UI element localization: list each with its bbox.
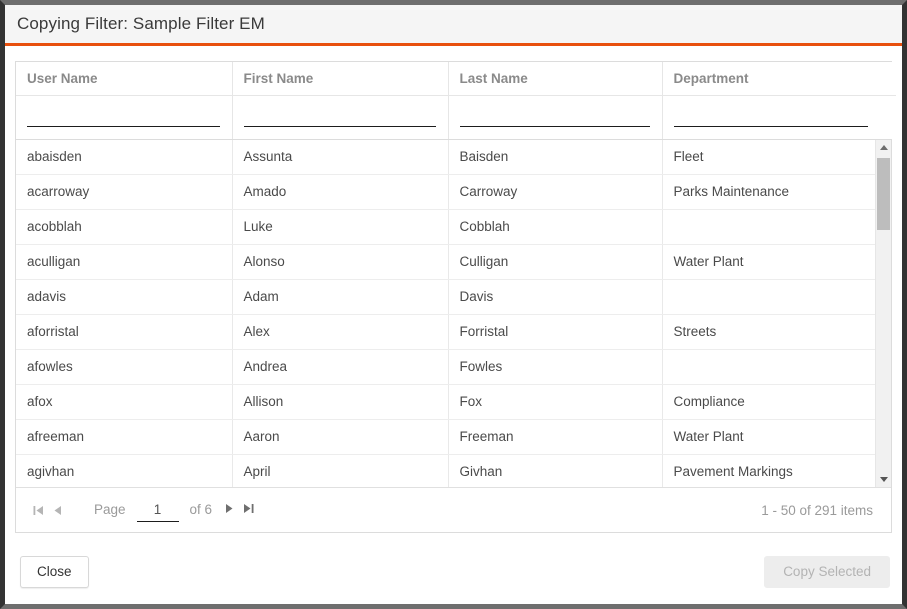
table-row[interactable]: aforristal Alex Forristal Streets: [16, 314, 875, 350]
pager-page-input[interactable]: [136, 502, 179, 523]
last-page-icon[interactable]: [240, 498, 256, 520]
cell-user_name: adavis: [16, 279, 233, 315]
column-header-last-name[interactable]: Last Name: [448, 62, 663, 96]
copy-selected-button: Copy Selected: [764, 556, 890, 588]
cell-first_name: Alex: [232, 314, 449, 350]
table-row[interactable]: afox Allison Fox Compliance: [16, 384, 875, 420]
column-header-first-name[interactable]: First Name: [232, 62, 449, 96]
grid-header-row: User Name First Name Last Name Departmen…: [16, 62, 896, 96]
table-row[interactable]: agivhan April Givhan Pavement Markings: [16, 454, 875, 487]
cell-department: Pavement Markings: [662, 454, 875, 487]
scroll-down-arrow-icon[interactable]: [876, 471, 891, 487]
cell-first_name: Allison: [232, 384, 449, 420]
table-row[interactable]: acobblah Luke Cobblah: [16, 209, 875, 245]
grid-body: abaisden Assunta Baisden Fleet acarroway Amad…: [16, 139, 891, 487]
users-grid: User Name First Name Last Name Departmen…: [15, 61, 896, 533]
cell-department: Parks Maintenance: [662, 174, 875, 210]
header-scroll-spacer: [880, 62, 896, 96]
cell-last_name: Carroway: [448, 174, 663, 210]
cell-last_name: Fowles: [448, 349, 663, 385]
cell-first_name: Amado: [232, 174, 449, 210]
filter-input-department[interactable]: [673, 105, 868, 127]
cell-user_name: aculligan: [16, 244, 233, 280]
filter-cell-last-name: [448, 95, 663, 139]
grid-header: User Name First Name Last Name Departmen…: [16, 62, 896, 140]
column-header-user-name[interactable]: User Name: [16, 62, 233, 96]
cell-last_name: Forristal: [448, 314, 663, 350]
cell-first_name: Andrea: [232, 349, 449, 385]
filter-input-first-name[interactable]: [243, 105, 436, 127]
grid-pager: Page of 6 1 - 50 of: [16, 487, 891, 532]
table-row[interactable]: abaisden Assunta Baisden Fleet: [16, 139, 875, 175]
table-row[interactable]: afowles Andrea Fowles: [16, 349, 875, 385]
cell-user_name: acarroway: [16, 174, 233, 210]
cell-last_name: Freeman: [448, 419, 663, 455]
cell-department: Water Plant: [662, 419, 875, 455]
cell-department: Fleet: [662, 139, 875, 175]
cell-user_name: abaisden: [16, 139, 233, 175]
scrollbar-thumb[interactable]: [877, 157, 890, 230]
cell-user_name: afreeman: [16, 419, 233, 455]
scroll-up-arrow-icon[interactable]: [876, 139, 891, 156]
table-row[interactable]: aculligan Alonso Culligan Water Plant: [16, 244, 875, 280]
next-page-icon[interactable]: [221, 498, 237, 520]
grid-filter-row: [16, 95, 896, 139]
cell-last_name: Culligan: [448, 244, 663, 280]
pager-total-pages-label: of 6: [189, 502, 213, 518]
grid-body-viewport: abaisden Assunta Baisden Fleet acarroway Amad…: [16, 139, 875, 487]
filter-cell-user-name: [16, 95, 233, 139]
cell-department: Water Plant: [662, 244, 875, 280]
dialog-title: Copying Filter: Sample Filter EM: [17, 14, 265, 33]
grid-body-table: abaisden Assunta Baisden Fleet acarroway Amad…: [16, 139, 875, 487]
pager-items-summary: 1 - 50 of 291 items: [761, 502, 873, 518]
cell-user_name: afox: [16, 384, 233, 420]
filter-scroll-spacer: [880, 95, 896, 139]
cell-first_name: Adam: [232, 279, 449, 315]
dialog-footer: Close Copy Selected: [5, 540, 902, 604]
pager-nav-left: [30, 499, 68, 521]
cell-first_name: Assunta: [232, 139, 449, 175]
filter-input-last-name[interactable]: [459, 105, 650, 127]
table-row[interactable]: acarroway Amado Carroway Parks Maintenance: [16, 174, 875, 210]
cell-department: [662, 209, 875, 245]
grid-vertical-scrollbar[interactable]: [875, 139, 891, 487]
pager-page-label: Page: [94, 502, 126, 518]
filter-cell-department: [662, 95, 880, 139]
dialog-title-bar: Copying Filter: Sample Filter EM: [5, 5, 902, 46]
cell-first_name: Luke: [232, 209, 449, 245]
cell-user_name: agivhan: [16, 454, 233, 487]
cell-department: [662, 279, 875, 315]
table-row[interactable]: afreeman Aaron Freeman Water Plant: [16, 419, 875, 455]
close-button[interactable]: Close: [20, 556, 89, 588]
cell-last_name: Cobblah: [448, 209, 663, 245]
cell-first_name: Alonso: [232, 244, 449, 280]
previous-page-icon[interactable]: [49, 499, 65, 521]
filter-input-user-name[interactable]: [27, 105, 220, 127]
cell-user_name: acobblah: [16, 209, 233, 245]
cell-last_name: Givhan: [448, 454, 663, 487]
cell-user_name: aforristal: [16, 314, 233, 350]
filter-cell-first-name: [232, 95, 449, 139]
column-header-department[interactable]: Department: [662, 62, 880, 96]
cell-first_name: April: [232, 454, 449, 487]
cell-last_name: Baisden: [448, 139, 663, 175]
pager-page-selector: Page of 6: [94, 498, 259, 523]
cell-user_name: afowles: [16, 349, 233, 385]
first-page-icon[interactable]: [30, 499, 46, 521]
cell-department: [662, 349, 875, 385]
dialog-body: User Name First Name Last Name Departmen…: [5, 46, 902, 540]
cell-department: Compliance: [662, 384, 875, 420]
copy-filter-dialog: Copying Filter: Sample Filter EM User Na…: [0, 0, 907, 609]
cell-last_name: Fox: [448, 384, 663, 420]
cell-first_name: Aaron: [232, 419, 449, 455]
table-row[interactable]: adavis Adam Davis: [16, 279, 875, 315]
cell-last_name: Davis: [448, 279, 663, 315]
cell-department: Streets: [662, 314, 875, 350]
